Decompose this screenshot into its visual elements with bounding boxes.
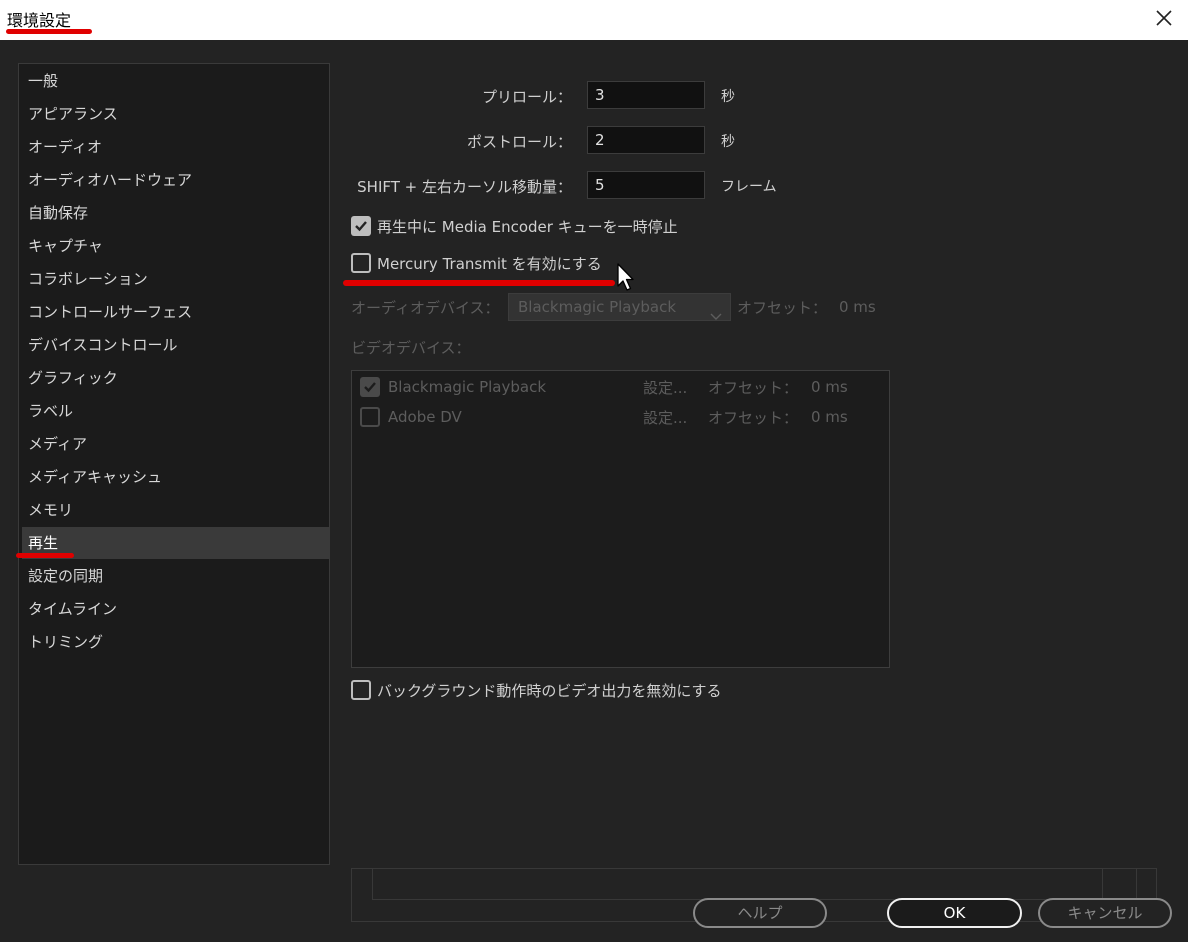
preroll-unit: 秒 [721,89,735,105]
shift-step-label: SHIFT + 左右カーソル移動量： [357,178,572,196]
title-bar [0,0,1188,40]
video-device-offset-value: 0 ms [811,378,848,396]
video-device-checkbox [360,407,380,427]
pause-encoder-label: 再生中に Media Encoder キューを一時停止 [377,218,678,236]
sidebar-item-general[interactable]: 一般 [22,65,330,97]
sidebar-item-capture[interactable]: キャプチャ [22,230,330,262]
mercury-annotation-underline [343,280,615,286]
preroll-input[interactable]: 3 [587,81,705,109]
postroll-input[interactable]: 2 [587,126,705,154]
audio-device-select: Blackmagic Playback [508,293,731,321]
shift-step-unit: フレーム [721,179,777,195]
sidebar-item-graphics[interactable]: グラフィック [22,362,330,394]
postroll-unit: 秒 [721,134,735,150]
audio-offset-value: 0 ms [839,298,876,316]
sidebar-item-timeline[interactable]: タイムライン [22,593,330,625]
title-annotation-underline [6,29,92,34]
sidebar-item-trim[interactable]: トリミング [22,626,330,658]
shift-step-input[interactable]: 5 [587,171,705,199]
help-button[interactable]: ヘルプ [693,898,827,928]
sidebar-item-appearance[interactable]: アピアランス [22,98,330,130]
window-title: 環境設定 [7,11,72,30]
disable-background-output-label: バックグラウンド動作時のビデオ出力を無効にする [377,682,722,700]
sidebar-item-sync-settings[interactable]: 設定の同期 [22,560,330,592]
mercury-transmit-checkbox[interactable] [351,253,371,273]
video-device-name: Blackmagic Playback [388,378,547,396]
sidebar-item-auto-save[interactable]: 自動保存 [22,197,330,229]
cancel-button[interactable]: キャンセル [1038,898,1172,928]
postroll-label: ポストロール： [466,133,572,151]
video-device-name: Adobe DV [388,408,462,426]
video-device-list: Blackmagic Playback 設定... オフセット： 0 ms Ad… [351,370,890,668]
video-device-settings: 設定... [643,379,688,397]
audio-offset-label: オフセット： [737,299,828,317]
audio-device-value: Blackmagic Playback [518,298,677,316]
preroll-label: プリロール： [481,88,572,106]
sidebar-item-audio[interactable]: オーディオ [22,131,330,163]
playback-annotation-underline [16,553,74,558]
close-icon[interactable] [1154,8,1174,28]
disable-background-output-checkbox[interactable] [351,680,371,700]
mercury-transmit-label: Mercury Transmit を有効にする [377,255,602,273]
sidebar-item-labels[interactable]: ラベル [22,395,330,427]
video-device-offset-label: オフセット： [708,409,799,427]
sidebar: 一般 アピアランス オーディオ オーディオハードウェア 自動保存 キャプチャ コ… [18,63,330,865]
video-device-settings: 設定... [643,409,688,427]
video-device-offset-value: 0 ms [811,408,848,426]
sidebar-item-device-control[interactable]: デバイスコントロール [22,329,330,361]
ok-button[interactable]: OK [887,898,1022,928]
video-device-checkbox [360,377,380,397]
sidebar-item-audio-hardware[interactable]: オーディオハードウェア [22,164,330,196]
pause-encoder-checkbox[interactable] [351,216,371,236]
mouse-pointer-icon [616,262,638,296]
sidebar-item-control-surface[interactable]: コントロールサーフェス [22,296,330,328]
sidebar-item-media[interactable]: メディア [22,428,330,460]
sidebar-item-memory[interactable]: メモリ [22,494,330,526]
video-device-offset-label: オフセット： [708,379,799,397]
sidebar-item-collaboration[interactable]: コラボレーション [22,263,330,295]
audio-device-label: オーディオデバイス： [351,299,500,317]
video-device-label: ビデオデバイス： [351,339,471,357]
sidebar-item-media-cache[interactable]: メディアキャッシュ [22,461,330,493]
chevron-down-icon [710,303,722,329]
